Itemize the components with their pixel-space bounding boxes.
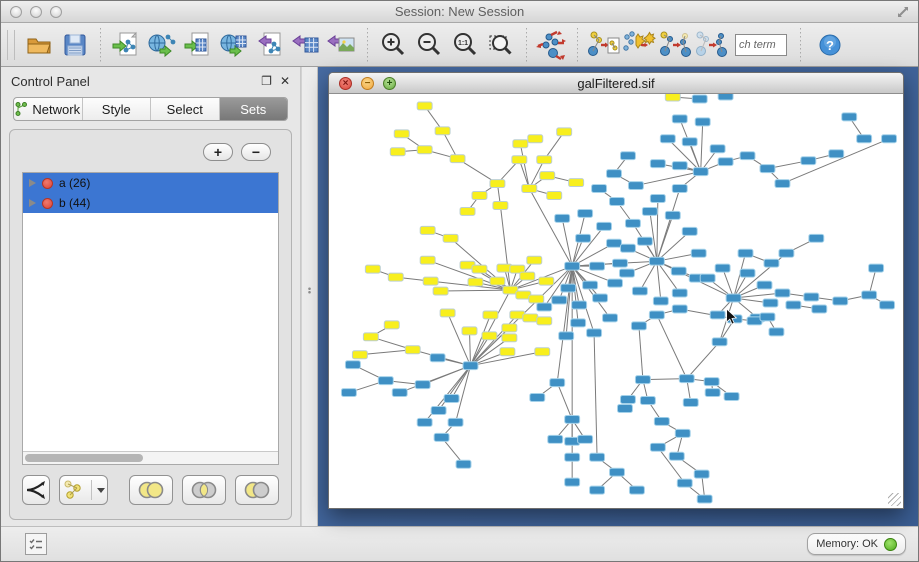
scrollbar-thumb[interactable] xyxy=(25,454,143,462)
disclosure-triangle-icon[interactable] xyxy=(29,179,36,187)
difference-sets-button[interactable] xyxy=(235,475,279,505)
float-panel-icon[interactable]: ❐ xyxy=(261,74,272,88)
set-list-item[interactable]: a (26) xyxy=(23,173,278,193)
window-title: Session: New Session xyxy=(1,4,918,19)
open-folder-icon[interactable] xyxy=(21,27,57,63)
graph-svg xyxy=(329,94,903,508)
network-tab-icon xyxy=(15,101,27,117)
toolbar-separator xyxy=(526,28,527,62)
tab-label: Network xyxy=(32,102,80,117)
network-window-title: galFiltered.sif xyxy=(329,76,903,91)
network-window-controls: × − + xyxy=(339,77,396,90)
set-item-label: b (44) xyxy=(59,196,90,210)
sets-panel: + − a (26) b (44) xyxy=(9,129,292,520)
tab-style[interactable]: Style xyxy=(83,98,152,120)
split-sets-button[interactable] xyxy=(22,475,50,505)
network-window-titlebar[interactable]: × − + galFiltered.sif xyxy=(329,73,903,94)
save-icon[interactable] xyxy=(57,27,93,63)
control-panel-title: Control Panel xyxy=(11,74,253,89)
tab-label: Select xyxy=(167,102,203,117)
toolbar-separator xyxy=(577,28,578,62)
disclosure-triangle-icon[interactable] xyxy=(29,199,36,207)
zoom-actual-size-icon[interactable]: 1:1 xyxy=(447,27,483,63)
status-bar: Memory: OK xyxy=(1,526,918,561)
set-item-label: a (26) xyxy=(59,176,90,190)
search-input[interactable] xyxy=(735,34,787,56)
toolbar-drag-handle[interactable] xyxy=(7,30,15,60)
close-panel-icon[interactable]: ✕ xyxy=(280,74,290,88)
task-status-icon[interactable] xyxy=(25,533,47,555)
horizontal-scrollbar[interactable] xyxy=(23,451,278,464)
layout-arrows-icon[interactable] xyxy=(534,27,570,63)
network-canvas[interactable] xyxy=(329,94,903,508)
set-color-dot-icon xyxy=(42,198,53,209)
splitter-handle-icon[interactable] xyxy=(307,287,312,294)
select-to-file-icon[interactable] xyxy=(585,27,621,63)
toolbar-separator xyxy=(367,28,368,62)
set-list-item[interactable]: b (44) xyxy=(23,193,278,213)
toolbar: 1:1 ? xyxy=(1,23,918,67)
import-table-web-icon[interactable] xyxy=(216,27,252,63)
create-set-from-network-button[interactable] xyxy=(59,475,108,505)
intersect-sets-button[interactable] xyxy=(182,475,226,505)
tab-select[interactable]: Select xyxy=(151,98,220,120)
network-view-window[interactable]: × − + galFiltered.sif xyxy=(328,72,904,509)
export-network-icon[interactable] xyxy=(252,27,288,63)
venn-buttons xyxy=(129,475,279,505)
export-table-icon[interactable] xyxy=(288,27,324,63)
tab-label: Style xyxy=(102,102,131,117)
dropdown-arrow-icon[interactable] xyxy=(97,488,105,493)
memory-status-label: Memory: OK xyxy=(816,538,878,550)
import-network-web-icon[interactable] xyxy=(144,27,180,63)
export-image-icon[interactable] xyxy=(324,27,360,63)
help-icon[interactable]: ? xyxy=(812,27,848,63)
memory-ok-dot-icon xyxy=(884,538,897,551)
svg-text:1:1: 1:1 xyxy=(458,40,468,47)
select-stars-icon[interactable] xyxy=(621,27,657,63)
zoom-fit-icon[interactable] xyxy=(483,27,519,63)
control-panel-header: Control Panel ❐ ✕ xyxy=(1,67,300,95)
tab-label: Sets xyxy=(240,102,266,117)
zoom-out-icon[interactable] xyxy=(411,27,447,63)
sets-list: a (26) b (44) xyxy=(22,172,279,465)
main-area: Control Panel ❐ ✕ Network Style Select S… xyxy=(1,67,918,526)
minimize-view-button[interactable]: − xyxy=(361,77,374,90)
application-window: Session: New Session xyxy=(0,0,919,562)
select-hidden-neighbors-icon[interactable] xyxy=(693,27,729,63)
close-view-button[interactable]: × xyxy=(339,77,352,90)
tab-sets[interactable]: Sets xyxy=(220,98,288,120)
import-table-file-icon[interactable] xyxy=(180,27,216,63)
tab-network[interactable]: Network xyxy=(14,98,83,120)
select-first-neighbors-icon[interactable] xyxy=(657,27,693,63)
union-sets-button[interactable] xyxy=(129,475,173,505)
zoom-in-icon[interactable] xyxy=(375,27,411,63)
panel-splitter[interactable] xyxy=(301,67,318,526)
control-panel-tabbar: Network Style Select Sets xyxy=(13,97,288,121)
sets-toolbar: + − xyxy=(20,138,281,166)
toolbar-separator xyxy=(100,28,101,62)
add-set-button[interactable]: + xyxy=(203,143,233,161)
fullscreen-icon[interactable] xyxy=(896,5,910,19)
resize-grip-icon[interactable] xyxy=(888,493,901,506)
zoom-view-button[interactable]: + xyxy=(383,77,396,90)
sets-rows: a (26) b (44) xyxy=(23,173,278,451)
set-operation-buttons xyxy=(20,465,281,509)
set-color-dot-icon xyxy=(42,178,53,189)
import-network-file-icon[interactable] xyxy=(108,27,144,63)
remove-set-button[interactable]: − xyxy=(241,143,271,161)
svg-text:?: ? xyxy=(826,38,834,53)
titlebar: Session: New Session xyxy=(1,1,918,23)
control-panel: Control Panel ❐ ✕ Network Style Select S… xyxy=(1,67,301,526)
button-divider xyxy=(91,480,92,500)
network-desktop: × − + galFiltered.sif xyxy=(318,67,918,526)
memory-status-button[interactable]: Memory: OK xyxy=(807,533,906,555)
toolbar-separator xyxy=(800,28,801,62)
